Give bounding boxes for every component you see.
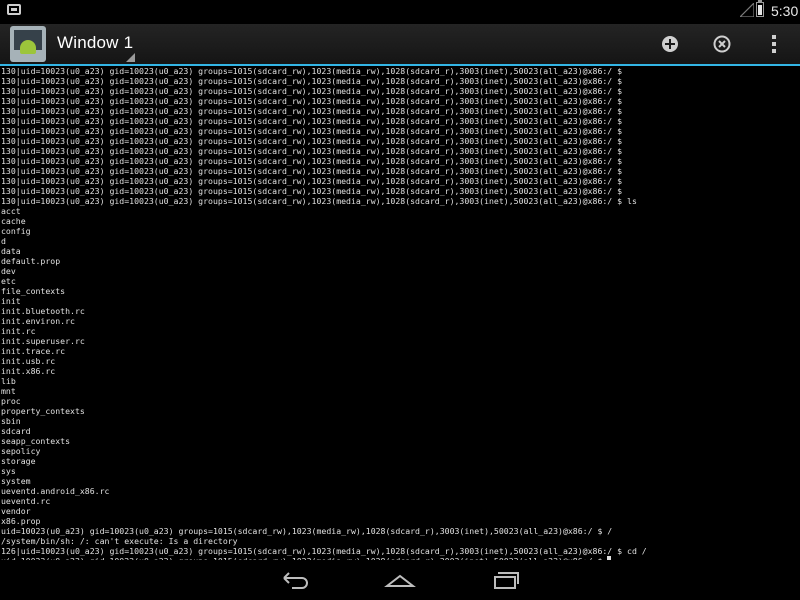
close-window-icon	[713, 35, 731, 53]
back-button[interactable]	[278, 568, 314, 592]
terminal-line: init.bluetooth.rc	[1, 306, 85, 316]
terminal-line: data	[1, 246, 21, 256]
terminal-line: 130|uid=10023(u0_a23) gid=10023(u0_a23) …	[1, 166, 623, 176]
new-window-button[interactable]	[659, 33, 681, 55]
terminal-line: mnt	[1, 386, 16, 396]
clock: 5:30	[771, 3, 799, 19]
terminal-line: init.environ.rc	[1, 316, 75, 326]
terminal-line: init.usb.rc	[1, 356, 56, 366]
terminal-line: sdcard	[1, 426, 31, 436]
terminal-line: sepolicy	[1, 446, 41, 456]
terminal-line: 130|uid=10023(u0_a23) gid=10023(u0_a23) …	[1, 66, 623, 76]
terminal-line: config	[1, 226, 31, 236]
terminal-line: dev	[1, 266, 16, 276]
back-icon	[283, 572, 308, 589]
terminal-line: init.superuser.rc	[1, 336, 85, 346]
terminal-line: 130|uid=10023(u0_a23) gid=10023(u0_a23) …	[1, 136, 623, 146]
navigation-bar	[0, 560, 800, 600]
notification-icon	[7, 4, 21, 15]
window-title[interactable]: Window 1	[57, 33, 133, 53]
terminal-line: 130|uid=10023(u0_a23) gid=10023(u0_a23) …	[1, 146, 623, 156]
battery-icon	[756, 0, 764, 17]
terminal-line: 130|uid=10023(u0_a23) gid=10023(u0_a23) …	[1, 126, 623, 136]
overflow-menu-icon	[772, 35, 776, 53]
terminal-line: sbin	[1, 416, 21, 426]
terminal-line: init.x86.rc	[1, 366, 56, 376]
terminal-line: etc	[1, 276, 16, 286]
terminal-line: d	[1, 236, 6, 246]
terminal-line: cache	[1, 216, 26, 226]
terminal-line: /system/bin/sh: /: can't execute: Is a d…	[1, 536, 238, 546]
terminal-line: init.rc	[1, 326, 36, 336]
terminal-line: file_contexts	[1, 286, 66, 296]
terminal-line: default.prop	[1, 256, 61, 266]
terminal-line: 130|uid=10023(u0_a23) gid=10023(u0_a23) …	[1, 86, 623, 96]
terminal-line: storage	[1, 456, 36, 466]
terminal-line: x86.prop	[1, 516, 41, 526]
close-window-button[interactable]	[711, 33, 733, 55]
terminal-line: 130|uid=10023(u0_a23) gid=10023(u0_a23) …	[1, 96, 623, 106]
terminal-line: property_contexts	[1, 406, 85, 416]
home-icon	[384, 574, 416, 587]
window-spinner-indicator[interactable]	[126, 53, 135, 62]
signal-icon	[740, 3, 754, 17]
terminal-line: 126|uid=10023(u0_a23) gid=10023(u0_a23) …	[1, 546, 647, 556]
status-bar: 5:30	[0, 0, 800, 24]
terminal-line: proc	[1, 396, 21, 406]
terminal-line: 130|uid=10023(u0_a23) gid=10023(u0_a23) …	[1, 116, 623, 126]
terminal-line: init.trace.rc	[1, 346, 66, 356]
terminal-line: 130|uid=10023(u0_a23) gid=10023(u0_a23) …	[1, 76, 623, 86]
terminal-line: uid=10023(u0_a23) gid=10023(u0_a23) grou…	[1, 526, 613, 536]
terminal-line: ueventd.rc	[1, 496, 51, 506]
terminal-line: lib	[1, 376, 16, 386]
terminal-line: 130|uid=10023(u0_a23) gid=10023(u0_a23) …	[1, 106, 623, 116]
terminal-app-icon[interactable]	[10, 26, 46, 62]
terminal-line: system	[1, 476, 31, 486]
terminal-output[interactable]: 130|uid=10023(u0_a23) gid=10023(u0_a23) …	[0, 66, 800, 560]
terminal-line: sys	[1, 466, 16, 476]
terminal-line: seapp_contexts	[1, 436, 71, 446]
action-bar: Window 1	[0, 24, 800, 66]
terminal-line: init	[1, 296, 21, 306]
recent-apps-icon	[494, 572, 519, 589]
terminal-line: 130|uid=10023(u0_a23) gid=10023(u0_a23) …	[1, 176, 623, 186]
terminal-line: 130|uid=10023(u0_a23) gid=10023(u0_a23) …	[1, 186, 623, 196]
terminal-line: acct	[1, 206, 21, 216]
terminal-line: vendor	[1, 506, 31, 516]
terminal-line: 130|uid=10023(u0_a23) gid=10023(u0_a23) …	[1, 196, 637, 206]
overflow-menu-button[interactable]	[763, 33, 785, 55]
terminal-text[interactable]: 130|uid=10023(u0_a23) gid=10023(u0_a23) …	[0, 66, 800, 560]
terminal-line: ueventd.android_x86.rc	[1, 486, 110, 496]
home-button[interactable]	[382, 568, 418, 592]
recent-apps-button[interactable]	[486, 568, 522, 592]
terminal-line: 130|uid=10023(u0_a23) gid=10023(u0_a23) …	[1, 156, 623, 166]
add-icon	[662, 36, 678, 52]
